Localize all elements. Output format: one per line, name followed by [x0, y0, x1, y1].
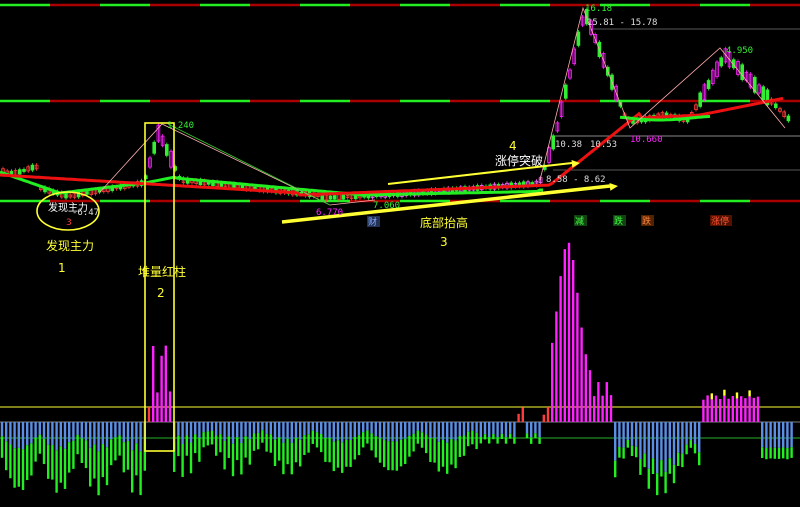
price-label-6-47: -6.47 [72, 208, 99, 218]
arrow-upper [387, 162, 573, 185]
annotation-3-num: 3 [440, 235, 448, 249]
price-label-1-240: 1.240 [167, 121, 194, 131]
candle-body [64, 193, 68, 199]
annotation-4-text: 涨停突破 [495, 153, 543, 168]
annotation-3-text: 底部抬高 [420, 215, 468, 230]
candle-body [164, 144, 169, 156]
price-label-10-38: 10.38 [555, 140, 582, 150]
zigzag-line-2 [167, 123, 331, 206]
candle-body [22, 168, 26, 172]
tag-zhangting: 涨停 [710, 215, 732, 227]
price-label-10-53: 10.53 [590, 140, 617, 150]
chart-stage: 发现主力 1 堆量红柱 2 底部抬高 3 4 涨停突破 发现主力 3 -6.47… [0, 0, 800, 507]
candle-body [706, 80, 711, 89]
price-label-6-770: 6.770 [316, 208, 343, 218]
tag-cai: 财 [367, 216, 380, 228]
annotation-1-text: 发现主力 [46, 238, 94, 253]
price-label-8-58: 8.58 - 8.62 [546, 175, 606, 185]
price-label-15-81: 15.81 - 15.78 [587, 18, 657, 28]
candle-body [698, 92, 702, 107]
zigzag-line-3 [539, 6, 786, 181]
candle-body [85, 191, 89, 195]
price-label-4-950: 4.950 [726, 46, 753, 56]
annotation-2-text: 堆量红柱 [138, 264, 186, 279]
candle-body [30, 164, 35, 171]
tag-jian: 减 [574, 215, 587, 227]
candle-body [17, 169, 22, 175]
candle-body [761, 86, 765, 101]
candle-body [341, 194, 345, 200]
annotation-4-num: 4 [509, 139, 517, 153]
candle-body [719, 57, 723, 67]
tag-die-2: 跌 [641, 215, 654, 227]
svg-text:跌: 跌 [614, 216, 623, 227]
candle-body [564, 84, 568, 99]
stock-chart: 发现主力 1 堆量红柱 2 底部抬高 3 4 涨停突破 发现主力 3 -6.47… [0, 3, 800, 496]
annotation-2-num: 2 [157, 286, 165, 300]
candle-body [774, 103, 778, 109]
tag-die-1: 跌 [613, 215, 626, 227]
svg-text:减: 减 [575, 215, 584, 227]
svg-text:涨停: 涨停 [711, 215, 729, 227]
candle-body [786, 115, 791, 122]
price-label-16-18: 16.18 [585, 4, 612, 14]
candle-body [320, 195, 324, 201]
annotation-1-num: 1 [58, 261, 66, 275]
candle-body [328, 195, 333, 200]
svg-text:财: 财 [368, 216, 377, 228]
candle-body [152, 141, 157, 154]
candle-body [576, 31, 581, 46]
svg-text:跌: 跌 [642, 216, 651, 227]
price-label-10-660: 10.660 [630, 135, 663, 145]
inline-signal-sub: 3 [66, 218, 72, 228]
arrow-lower-head [609, 182, 618, 191]
price-label-7-060: 7.060 [373, 201, 400, 211]
candle-body [332, 195, 337, 200]
candle-body [740, 64, 744, 81]
